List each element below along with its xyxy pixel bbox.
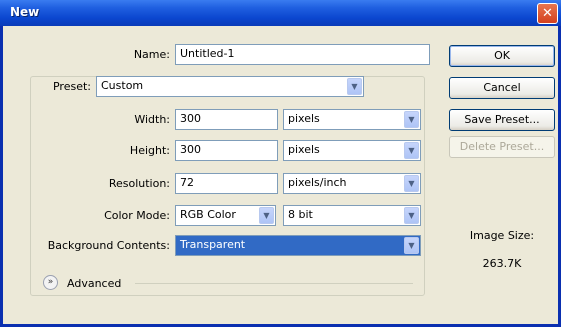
preset-value: Custom	[101, 79, 144, 92]
image-size-label: Image Size:	[469, 229, 535, 242]
advanced-label[interactable]: Advanced	[67, 277, 121, 290]
width-unit-value: pixels	[288, 112, 320, 125]
preset-label: Preset:	[43, 80, 91, 93]
close-icon: ✕	[542, 6, 553, 21]
name-label: Name:	[133, 48, 170, 61]
resolution-input[interactable]: 72	[175, 173, 278, 194]
color-mode-select[interactable]: RGB Color ▼	[175, 205, 276, 226]
ok-button[interactable]: OK	[449, 45, 555, 67]
chevron-down-icon: ▼	[347, 78, 362, 95]
chevron-down-icon: ▼	[404, 142, 419, 159]
advanced-divider	[135, 283, 413, 284]
width-unit-select[interactable]: pixels ▼	[283, 109, 421, 130]
background-contents-select[interactable]: Transparent ▼	[175, 235, 421, 256]
resolution-label: Resolution:	[108, 177, 170, 190]
height-unit-value: pixels	[288, 143, 320, 156]
preset-select[interactable]: Custom ▼	[96, 76, 364, 97]
chevron-down-icon: ▼	[404, 175, 419, 192]
color-mode-value: RGB Color	[180, 208, 236, 221]
title-bar[interactable]: New ✕	[0, 0, 561, 26]
delete-preset-button[interactable]: Delete Preset...	[449, 136, 555, 158]
width-input[interactable]: 300	[175, 109, 278, 130]
chevron-down-icon: ▼	[259, 207, 274, 224]
dialog-title: New	[10, 5, 40, 19]
color-mode-label: Color Mode:	[104, 209, 170, 222]
double-chevron-down-icon[interactable]: »	[43, 275, 58, 290]
height-unit-select[interactable]: pixels ▼	[283, 140, 421, 161]
background-contents-value: Transparent	[180, 238, 246, 251]
chevron-down-icon: ▼	[404, 237, 419, 254]
image-size-value: 263.7K	[482, 257, 522, 270]
width-label: Width:	[134, 113, 170, 126]
resolution-unit-value: pixels/inch	[288, 176, 347, 189]
name-input[interactable]: Untitled-1	[175, 44, 430, 65]
height-input[interactable]: 300	[175, 140, 278, 161]
background-contents-label: Background Contents:	[47, 239, 170, 252]
chevron-down-icon: ▼	[404, 207, 419, 224]
save-preset-button[interactable]: Save Preset...	[449, 109, 555, 131]
bit-depth-select[interactable]: 8 bit ▼	[283, 205, 421, 226]
cancel-button[interactable]: Cancel	[449, 77, 555, 99]
close-button[interactable]: ✕	[537, 3, 558, 24]
resolution-unit-select[interactable]: pixels/inch ▼	[283, 173, 421, 194]
bit-depth-value: 8 bit	[288, 208, 313, 221]
height-label: Height:	[129, 144, 170, 157]
new-document-dialog: New ✕ Name: Untitled-1 Preset: Custom ▼ …	[0, 0, 561, 327]
chevron-down-icon: ▼	[404, 111, 419, 128]
